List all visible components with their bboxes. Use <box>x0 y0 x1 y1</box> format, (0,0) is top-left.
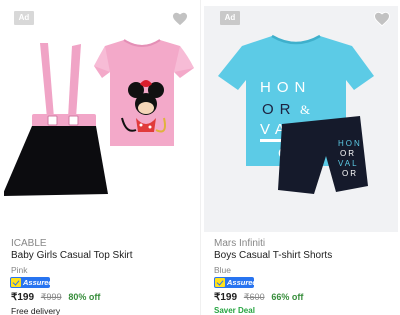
product-card-icable[interactable]: Ad ICABLE Baby Girls Casual Top Skirt Pi… <box>0 0 200 315</box>
ad-badge: Ad <box>220 11 240 25</box>
tshirt-print-line1: HON <box>260 79 311 96</box>
black-skirt <box>4 126 108 196</box>
flipkart-assured-badge: Assured <box>10 277 54 288</box>
girls-top-skirt-image <box>4 39 194 196</box>
original-price: ₹600 <box>243 292 265 302</box>
product-image[interactable]: HON OR & VAL OR HON OR VAL OR <box>204 6 398 232</box>
discount-percent: 66% off <box>271 292 304 302</box>
right-strap <box>68 44 81 118</box>
shorts-print-line4: OR <box>342 169 358 178</box>
original-price: ₹999 <box>40 292 62 302</box>
skirt-waistband <box>32 114 96 128</box>
brand-name: Mars Infiniti <box>214 238 266 249</box>
assured-label: Assured <box>227 278 258 287</box>
flipkart-assured-badge: Assured <box>214 277 258 288</box>
product-image[interactable] <box>4 6 196 232</box>
selling-price: ₹199 <box>214 292 238 303</box>
shorts-print-line1: HON <box>338 139 362 148</box>
tshirt-print-amp: & <box>300 102 310 117</box>
heart-icon[interactable] <box>171 10 189 28</box>
left-strap <box>40 43 54 118</box>
flipkart-assured-icon <box>215 278 225 287</box>
product-color: Blue <box>214 265 232 275</box>
saver-deal-note: Saver Deal <box>214 306 255 315</box>
buckle-left <box>47 115 58 126</box>
delivery-note: Free delivery <box>11 306 61 315</box>
price-row: ₹199 ₹600 66% off <box>214 292 303 303</box>
discount-percent: 80% off <box>68 292 101 302</box>
product-grid: Ad ICABLE Baby Girls Casual Top Skirt Pi… <box>0 0 400 315</box>
product-card-mars-infiniti[interactable]: HON OR & VAL OR HON OR VAL OR Ad Mars In… <box>200 0 400 315</box>
price-row: ₹199 ₹999 80% off <box>11 292 100 303</box>
buckle-right <box>68 115 79 126</box>
boys-tshirt-shorts-image: HON OR & VAL OR HON OR VAL OR <box>218 34 374 194</box>
selling-price: ₹199 <box>11 292 35 303</box>
shorts-print-line2: OR <box>340 149 356 158</box>
minnie-face <box>138 102 154 114</box>
dress-dot <box>139 123 143 127</box>
heart-icon[interactable] <box>373 10 391 28</box>
ad-badge: Ad <box>14 11 34 25</box>
product-title[interactable]: Boys Casual T-shirt Shorts <box>214 250 332 261</box>
dress-dot <box>148 125 152 129</box>
product-color: Pink <box>11 265 28 275</box>
product-title[interactable]: Baby Girls Casual Top Skirt <box>11 250 133 261</box>
assured-label: Assured <box>23 278 54 287</box>
flipkart-assured-icon <box>11 278 21 287</box>
brand-name: ICABLE <box>11 238 47 249</box>
shorts-print-line3: VAL <box>338 159 359 168</box>
tshirt-print-line2: OR <box>262 101 297 118</box>
